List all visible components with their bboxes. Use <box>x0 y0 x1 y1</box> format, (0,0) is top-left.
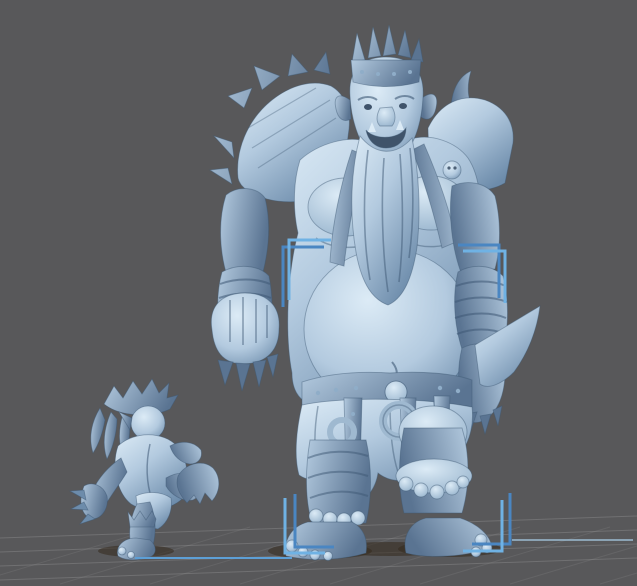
goblin-toe <box>118 547 126 555</box>
belt-stud <box>455 388 461 394</box>
goblin-right-boot <box>177 463 219 504</box>
ogre-left-fist <box>211 293 279 364</box>
ogre-eye <box>364 104 372 110</box>
ankle-bead <box>399 477 413 491</box>
crown-stud <box>360 70 364 74</box>
ankle-bead <box>430 485 444 499</box>
ogre-nose <box>377 107 395 126</box>
crown-stud <box>408 70 412 74</box>
crown-stud <box>392 72 396 76</box>
ogre-skull-ornament <box>443 161 461 179</box>
ogre-left-upper-arm <box>221 189 269 279</box>
belt-stud <box>315 390 321 396</box>
viewport-3d[interactable] <box>0 0 637 586</box>
skull-eye <box>447 166 451 170</box>
belt-stud <box>333 387 339 393</box>
ankle-bead <box>457 476 469 488</box>
crown-stud <box>376 72 380 76</box>
strap-stud <box>351 412 355 416</box>
belt-stud <box>437 385 443 391</box>
ankle-bead <box>414 483 428 497</box>
goblin-toe <box>128 552 135 559</box>
ogre-right-upper-arm <box>450 183 499 275</box>
skull-eye <box>453 166 457 170</box>
ankle-bead <box>309 509 323 523</box>
belt-stud <box>353 385 359 391</box>
ogre-eye <box>399 103 407 109</box>
